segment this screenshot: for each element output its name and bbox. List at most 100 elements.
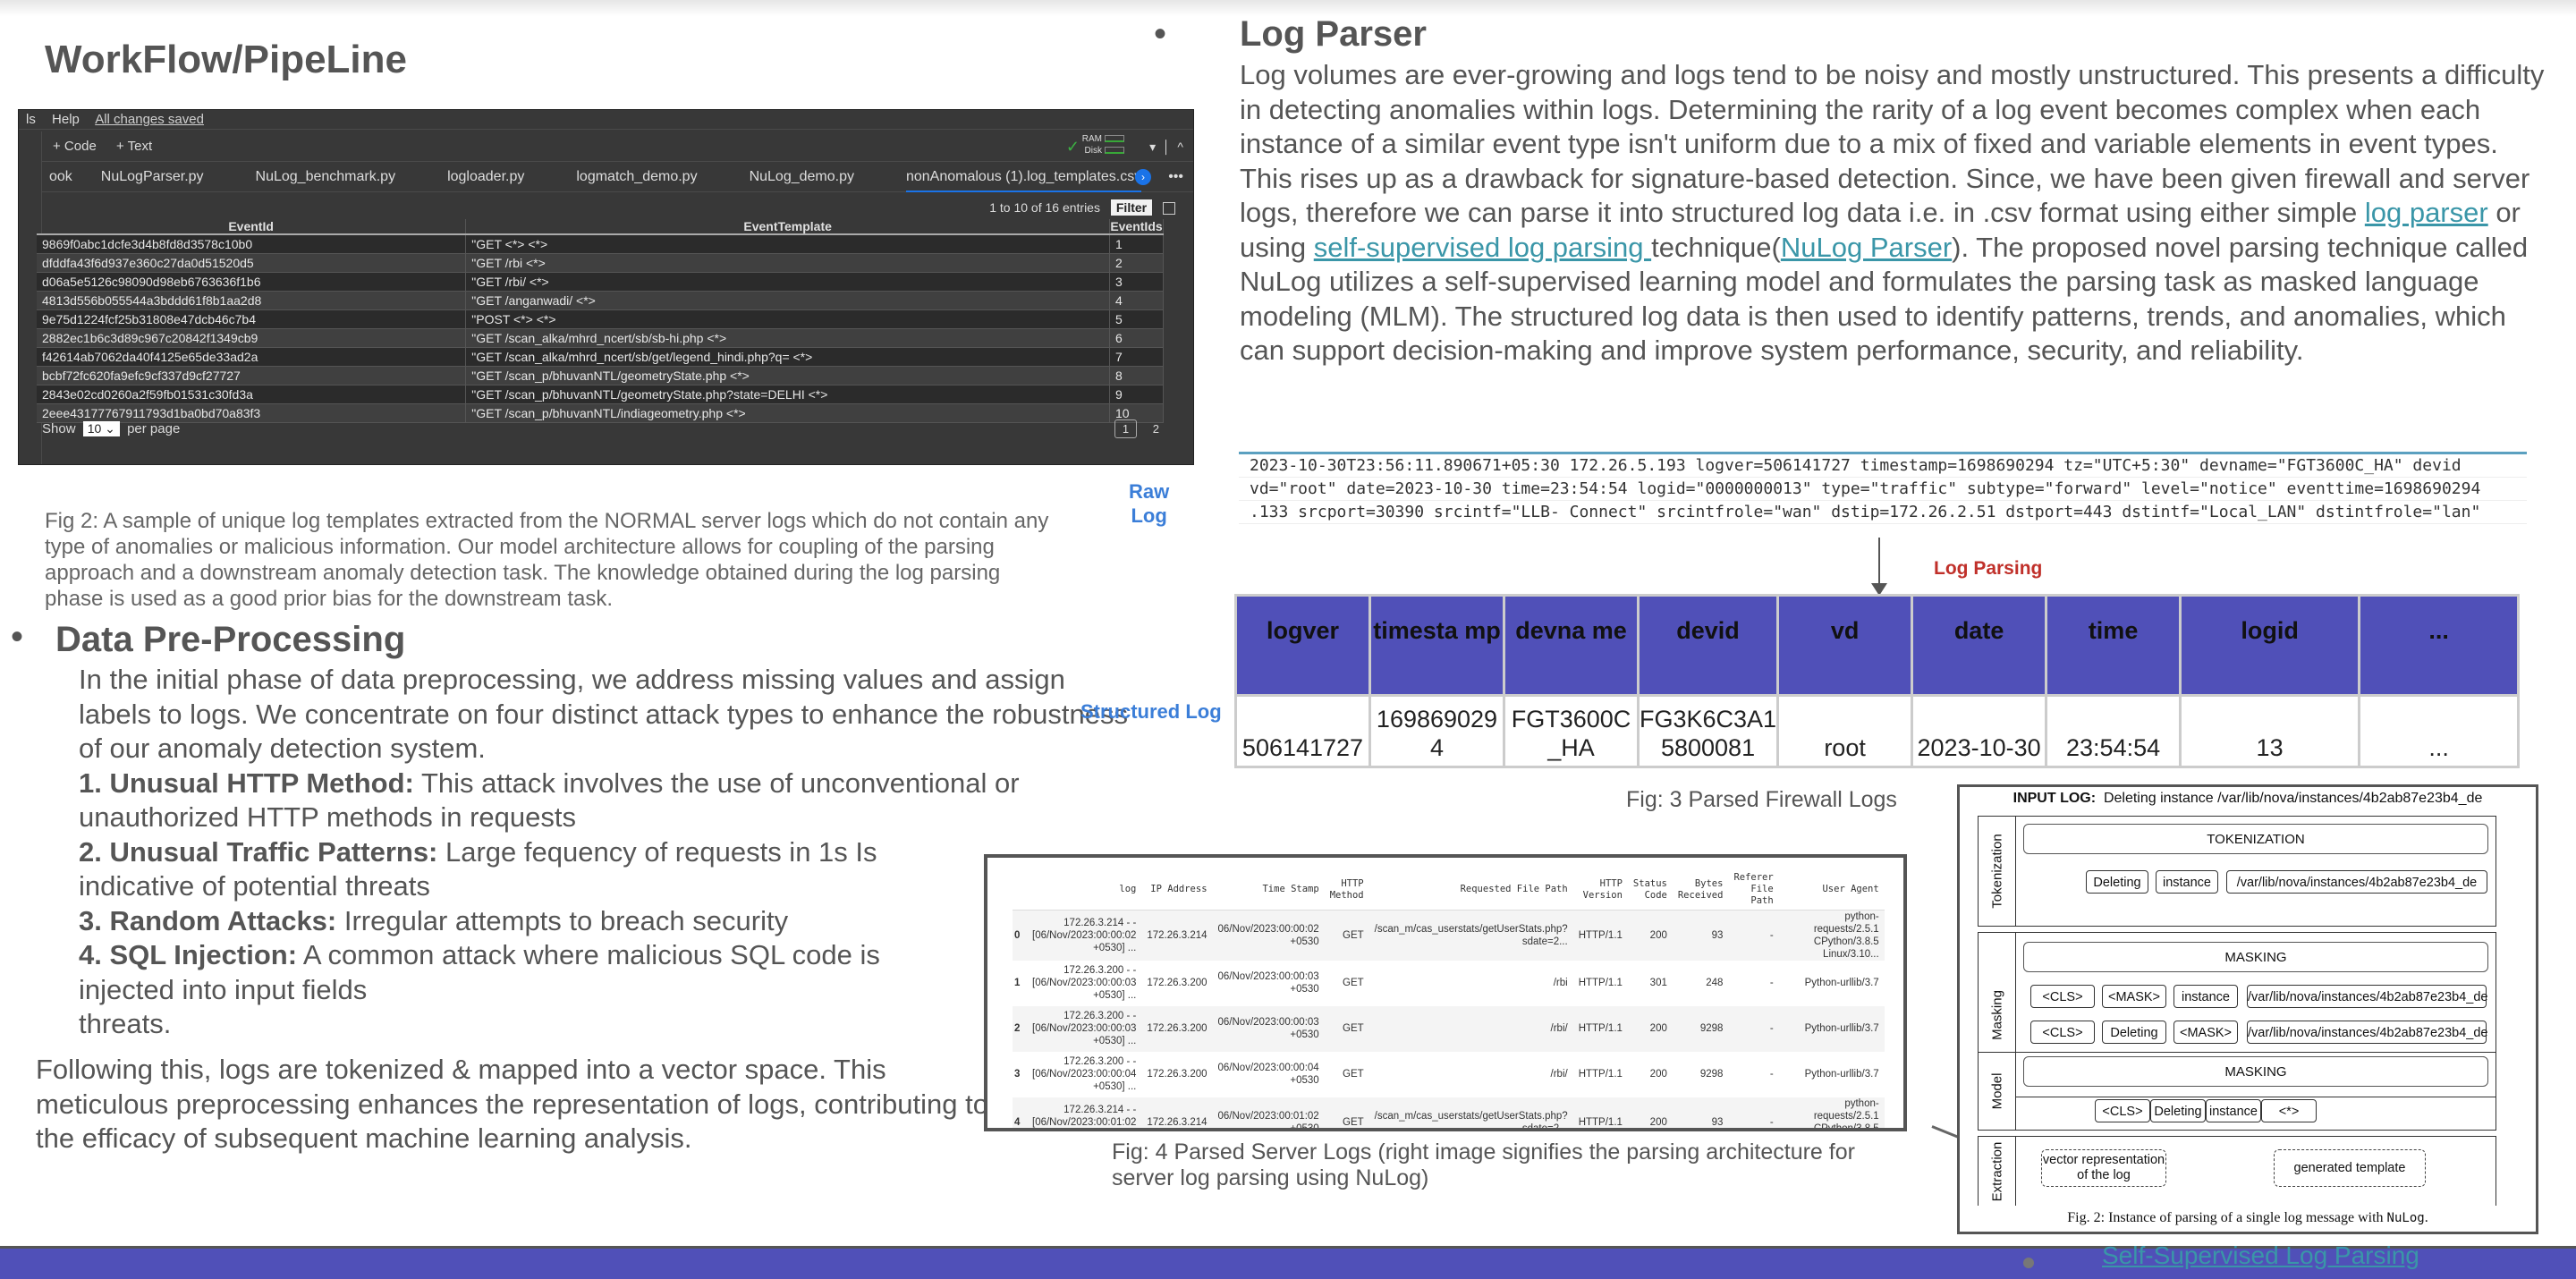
cell-eventids: 7	[1109, 347, 1165, 367]
server-cell: GET	[1343, 978, 1364, 988]
cell-eventid: 9e75d1224fcf25b31808e47dcb46c7b4	[37, 309, 467, 329]
table-row[interactable]: 2882ec1b6c3d89c967c20842f1349cb9 "GET /sc…	[37, 328, 1165, 348]
server-cell: /scan_m/cas_userstats/getUserStats.php? …	[1368, 1097, 1573, 1128]
table-row[interactable]: d06a5e5126c98090d98eb6763636f1b6 "GET /rb…	[37, 272, 1165, 292]
raw-log-line: .133 srcport=30390 srcintf="LLB- Connect…	[1239, 501, 2527, 524]
server-cell: GET	[1343, 1069, 1364, 1080]
server-cell: 172.26.3.200 - - [06/Nov/2023:00:00:04 +…	[1032, 1056, 1137, 1092]
templates-table: EventId EventTemplate EventIds 9869f0abc…	[37, 219, 1165, 423]
firewall-cell: 23:54:54	[2045, 694, 2182, 768]
menu-item-help[interactable]: Help	[52, 112, 80, 127]
server-cell: HTTP/1.1	[1578, 1069, 1623, 1080]
cell-eventtemplate: "POST <*> <*>	[465, 309, 1110, 329]
per-page-control: Show 10 ⌄ per page	[42, 421, 180, 436]
dropdown-icon[interactable]: ▾	[1149, 140, 1156, 154]
server-cell: 06/Nov/2023:00:01:02 +0530	[1212, 1097, 1325, 1128]
server-column-header: Status Code	[1627, 870, 1673, 911]
nulog-parser-link[interactable]: NuLog Parser	[1781, 232, 1952, 263]
add-text-button[interactable]: + Text	[116, 139, 152, 154]
self-supervised-link[interactable]: self-supervised log parsing	[1314, 232, 1651, 263]
cell-eventtemplate: "GET /rbi/ <*>	[465, 272, 1110, 292]
token: /var/lib/nova/instances/4b2ab87e23b4_de	[2226, 870, 2487, 894]
token: Deleting	[2086, 870, 2148, 894]
self-supervised-log-parsing-link[interactable]: Self-Supervised Log Parsing	[2102, 1241, 2419, 1270]
fig3-caption: Fig: 3 Parsed Firewall Logs	[1626, 787, 1897, 812]
server-cell: -	[1769, 1069, 1774, 1080]
cell-eventtemplate: "GET /scan_p/bhuvanNTL/indiageometry.php…	[465, 403, 1110, 423]
tab-next-icon[interactable]: ›	[1135, 169, 1151, 185]
column-header-eventtemplate[interactable]: EventTemplate	[465, 219, 1110, 235]
firewall-column-header: vd	[1776, 594, 1914, 697]
table-row[interactable]: f42614ab7062da40f4125e65de33ad2a "GET /sc…	[37, 347, 1165, 367]
server-cell: 06/Nov/2023:00:00:03 +0530	[1212, 1005, 1325, 1052]
file-tabs: ook NuLogParser.py NuLog_benchmark.py loglo…	[42, 162, 1193, 192]
server-cell: 200	[1627, 1097, 1673, 1128]
ram-disk-indicator[interactable]: RAM Disk	[1082, 133, 1124, 157]
mask-token: <MASK>	[2174, 1021, 2238, 1044]
server-cell: 172.26.3.214 - - [06/Nov/2023:00:00:02 +…	[1027, 910, 1142, 961]
tab-log-templates-csv[interactable]: nonAnomalous (1).log_templates.csv	[905, 164, 1142, 192]
filter-button[interactable]: Filter	[1110, 199, 1153, 216]
table-row[interactable]: 2eee43177767911793d1ba0bd70a83f3 "GET /sc…	[37, 403, 1165, 423]
colab-screenshot: ls Help All changes saved + Code + Text …	[18, 109, 1194, 465]
server-cell: HTTP/1.1	[1572, 910, 1628, 961]
server-cell: GET	[1324, 1005, 1369, 1052]
table-row[interactable]: dfddfa43f6d937e360c27da0d51520d5 "GET /rb…	[37, 253, 1165, 273]
cell-eventid: 2eee43177767911793d1ba0bd70a83f3	[37, 403, 467, 423]
tab-notebook[interactable]: ook	[42, 162, 72, 192]
log-parser-link[interactable]: log parser	[2365, 197, 2488, 228]
tab-nulog-demo[interactable]: NuLog_demo.py	[750, 162, 854, 192]
server-cell: 200	[1627, 1005, 1673, 1052]
server-cell: HTTP/1.1	[1578, 978, 1623, 988]
page-2-button[interactable]: 2	[1146, 420, 1166, 437]
tab-nulogparser[interactable]: NuLogParser.py	[101, 162, 204, 192]
add-code-button[interactable]: + Code	[53, 139, 97, 154]
cell-eventid: 2882ec1b6c3d89c967c20842f1349cb9	[37, 328, 467, 348]
firewall-column-header: timesta mp	[1368, 594, 1505, 697]
cell-eventtemplate: "GET /rbi <*>	[465, 253, 1110, 273]
copy-icon[interactable]	[1163, 202, 1175, 216]
table-row[interactable]: 4813d556b055544a3bddd61f8b1aa2d8 "GET /an…	[37, 291, 1165, 310]
token: instance	[2206, 1099, 2261, 1122]
server-column-header: Referer File Path	[1728, 870, 1779, 911]
firewall-cell: 13	[2179, 694, 2361, 768]
firewall-column-header: logid	[2179, 594, 2361, 697]
disk-bar	[1105, 147, 1124, 155]
bullet-icon	[2023, 1258, 2034, 1268]
column-header-eventid[interactable]: EventId	[37, 219, 467, 235]
raw-log-box: 2023-10-30T23:56:11.890671+05:30 172.26.…	[1239, 452, 2527, 538]
server-column-header: log	[1027, 870, 1142, 911]
table-row[interactable]: 9869f0abc1dcfe3d4b8fd8d3578c10b0 "GET <*>…	[37, 234, 1165, 254]
per-page-select[interactable]: 10 ⌄	[82, 421, 120, 436]
table-row[interactable]: 9e75d1224fcf25b31808e47dcb46c7b4 "POST <*…	[37, 309, 1165, 329]
server-table-row: 0 172.26.3.214 - - [06/Nov/2023:00:00:02 …	[1013, 910, 1885, 961]
saved-status[interactable]: All changes saved	[95, 112, 204, 127]
per-page-label: per page	[127, 421, 181, 436]
menu-item-tools[interactable]: ls	[26, 112, 36, 127]
log-parser-title: Log Parser	[1240, 14, 1427, 54]
server-table-row: 4 172.26.3.214 - - [06/Nov/2023:00:01:02 …	[1013, 1097, 1885, 1128]
server-table-row: 3 172.26.3.200 - - [06/Nov/2023:00:00:04 …	[1013, 1052, 1885, 1097]
collapse-icon[interactable]: ^	[1177, 140, 1183, 154]
cell-eventid: d06a5e5126c98090d98eb6763636f1b6	[37, 272, 467, 292]
table-row[interactable]: 2843e02cd0260a2f59fb01531c30fd3a "GET /sc…	[37, 385, 1165, 404]
tab-logmatch-demo[interactable]: logmatch_demo.py	[576, 162, 697, 192]
row-index: 3	[1014, 1069, 1021, 1080]
server-cell: 06/Nov/2023:00:00:02 +0530	[1212, 910, 1325, 961]
workflow-title: WorkFlow/PipeLine	[45, 38, 408, 81]
page-1-button[interactable]: 1	[1114, 419, 1138, 438]
row-index: 2	[1013, 1005, 1027, 1052]
server-table-row: 2 172.26.3.200 - - [06/Nov/2023:00:00:03 …	[1013, 1005, 1885, 1052]
section-label: Masking	[1989, 989, 2004, 1040]
table-row[interactable]: bcbf72fc620fa9efc9cf337d9cf27727 "GET /sc…	[37, 366, 1165, 385]
server-cell: 93	[1672, 1097, 1729, 1128]
server-cell: 172.26.3.214 - - [06/Nov/2023:00:01:02 +…	[1027, 1097, 1142, 1128]
cell-eventids: 5	[1109, 309, 1165, 329]
tab-logloader[interactable]: logloader.py	[447, 162, 524, 192]
mask-token: <MASK>	[2102, 985, 2166, 1008]
more-icon[interactable]: •••	[1168, 162, 1183, 192]
server-cell: GET	[1324, 910, 1369, 961]
column-header-eventids[interactable]: EventIds	[1109, 219, 1165, 235]
token: <CLS>	[2095, 1099, 2150, 1122]
tab-nulog-benchmark[interactable]: NuLog_benchmark.py	[256, 162, 396, 192]
